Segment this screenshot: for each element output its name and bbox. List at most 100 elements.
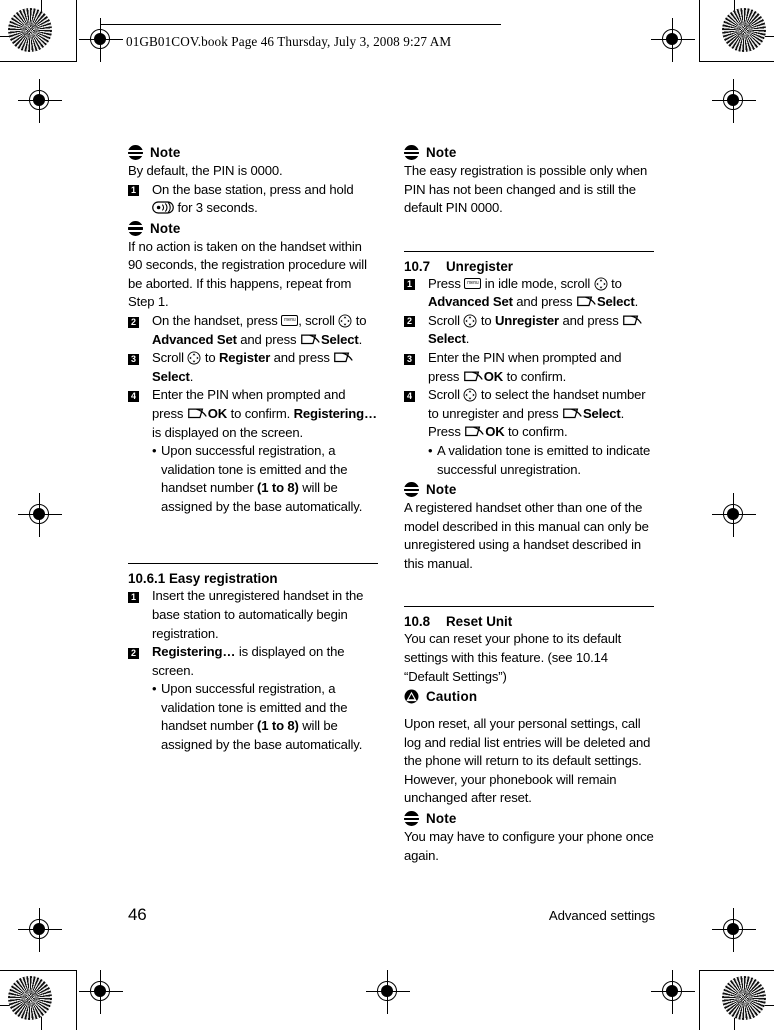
step-text-part: and press <box>236 331 300 347</box>
step-item: 2 Registering… is displayed on the scree… <box>128 643 378 680</box>
step-item: 1 On the base station, press and hold fo… <box>128 181 378 218</box>
star-target-icon <box>722 976 766 1020</box>
step-item: 4 Scroll to select the handset number to… <box>404 386 654 442</box>
step-item: 2 Scroll to Unregister and press Select. <box>404 312 654 349</box>
soft-key-icon <box>334 352 354 363</box>
paging-key-icon <box>152 201 174 214</box>
step-bold-term: Select <box>428 331 466 347</box>
step-bold-term: Advanced Set <box>428 294 513 310</box>
note-label: Note <box>426 811 457 827</box>
step-text-part: for 3 seconds. <box>174 200 258 216</box>
step-text-part: On the base station, press and hold <box>152 181 354 197</box>
step-text-part: to <box>607 275 622 291</box>
step-item: 3 Scroll to Register and press Select. <box>128 349 378 386</box>
step-number: 3 <box>128 353 139 365</box>
note-text: You may have to configure your phone onc… <box>404 829 654 863</box>
step-item: 1 Insert the unregistered handset in the… <box>128 587 378 643</box>
navigation-key-icon <box>338 314 352 328</box>
note-icon <box>128 220 143 236</box>
star-target-icon <box>722 8 766 52</box>
section-title: Unregister <box>446 258 513 274</box>
registration-mark-icon <box>712 493 756 537</box>
note-callout: Note <box>128 219 378 238</box>
step-text: Scroll to Unregister and press Select. <box>428 312 654 349</box>
soft-key-icon <box>187 408 207 419</box>
step-text-part: Scroll <box>428 387 464 403</box>
subsection-heading: 10.6.1 Easy registration <box>128 571 278 587</box>
registration-mark-icon <box>18 493 62 537</box>
note-callout: Note <box>128 143 378 162</box>
caution-label: Caution <box>426 689 478 705</box>
step-text-part: . <box>465 331 470 347</box>
step-number: 1 <box>128 185 139 197</box>
note-callout: Note <box>404 480 654 499</box>
header-rule <box>101 24 501 26</box>
step-text: Scroll to Register and press Select. <box>152 349 378 386</box>
step-bold-term: Select <box>320 331 359 347</box>
step-bold-term: Register <box>218 350 271 366</box>
left-column: Note By default, the PIN is 0000. 1 On t… <box>128 142 378 865</box>
navigation-key-icon <box>594 277 608 291</box>
step-text-part: and press <box>558 312 623 328</box>
step-number: 1 <box>404 279 415 291</box>
step-text-part: Press <box>428 275 465 291</box>
navigation-key-icon <box>463 388 477 402</box>
step-text-part: On the handset, press <box>152 313 282 329</box>
navigation-key-icon <box>463 314 477 328</box>
note-label: Note <box>150 220 181 236</box>
footer-section-name: Advanced settings <box>548 908 655 923</box>
step-number: 4 <box>128 390 139 402</box>
step-text-part: is displayed on the screen. <box>152 424 303 440</box>
section-divider <box>128 563 378 565</box>
step-text-part: Scroll <box>152 350 188 366</box>
caution-text: Upon reset, all your personal settings, … <box>404 716 651 806</box>
registration-mark-icon <box>18 908 62 952</box>
note-callout: Note <box>404 143 654 162</box>
menu-key-icon: menu <box>464 277 482 289</box>
step-text-part: to <box>201 350 219 366</box>
step-bold-term: Select <box>582 405 621 421</box>
step-text: On the handset, press menu, scroll to Ad… <box>152 312 378 349</box>
note-icon <box>404 145 419 160</box>
section-title: Reset Unit <box>446 614 513 630</box>
note-icon <box>404 482 419 498</box>
registration-mark-icon <box>366 970 410 1014</box>
soft-key-icon <box>563 408 582 418</box>
bullet-text: Upon successful registration, a validati… <box>161 680 378 754</box>
soft-key-icon <box>463 371 483 381</box>
step-text: Insert the unregistered handset in the b… <box>152 588 364 641</box>
step-bold-term: Select <box>152 368 190 384</box>
registration-mark-icon <box>79 970 123 1014</box>
step-text-part: to confirm. <box>227 405 294 421</box>
bullet-text: Upon successful registration, a validati… <box>161 442 378 516</box>
step-item: 3 Enter the PIN when prompted and press … <box>404 349 654 386</box>
star-target-icon <box>8 8 52 52</box>
note-text: If no action is taken on the handset wit… <box>128 238 367 310</box>
section-intro-text: You can reset your phone to its default … <box>404 631 622 684</box>
navigation-key-icon <box>187 351 201 365</box>
step-text-part: to <box>477 312 495 328</box>
step-number: 2 <box>404 316 415 328</box>
note-text: The easy registration is possible only w… <box>404 163 648 216</box>
step-text-part: in idle mode, scroll <box>481 275 594 291</box>
registration-mark-icon <box>651 18 695 62</box>
step-number: 4 <box>404 390 415 402</box>
step-bold-term: Select <box>596 294 635 310</box>
caution-callout: Caution <box>404 687 654 706</box>
file-header-text: 01GB01COV.book Page 46 Thursday, July 3,… <box>126 34 452 49</box>
section-divider <box>404 606 654 608</box>
caution-icon <box>404 689 419 704</box>
step-text-part: to <box>352 313 367 329</box>
soft-key-icon <box>301 334 320 344</box>
bullet-bold-term: (1 to 8) <box>257 480 299 496</box>
page-number: 46 <box>128 905 147 924</box>
step-number: 2 <box>128 316 139 328</box>
bullet-bold-term: (1 to 8) <box>257 718 299 734</box>
step-text-part: and press <box>270 350 334 366</box>
bullet-text: A validation tone is emitted to indicate… <box>437 442 651 477</box>
note-label: Note <box>150 145 181 160</box>
star-target-icon <box>8 976 52 1020</box>
step-number: 2 <box>128 647 139 659</box>
bullet-item: • Upon successful registration, a valida… <box>128 680 378 754</box>
section-divider <box>404 250 654 252</box>
